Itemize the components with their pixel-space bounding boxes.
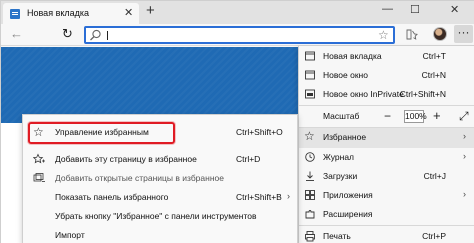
add-favorite-icon: [33, 153, 45, 164]
favorites-submenu: ☆ Управление избранным Ctrl+Shift+O Доба…: [22, 114, 298, 243]
address-bar[interactable]: [84, 26, 395, 44]
menu-item-label: Загрузки: [323, 171, 358, 181]
submenu-item-shortcut: Ctrl+Shift+O: [236, 127, 283, 137]
menu-item-new-window[interactable]: Новое окно Ctrl+N: [299, 66, 474, 85]
history-icon: [305, 152, 315, 162]
tab-strip: Новая вкладка ✕ + — ☐ ✕: [1, 1, 474, 24]
submenu-item-shortcut: Ctrl+Shift+B: [236, 192, 282, 202]
text-cursor: [107, 31, 108, 40]
inprivate-icon: [305, 89, 315, 99]
zoom-value: 100%: [404, 110, 427, 123]
minimize-button[interactable]: —: [382, 3, 393, 15]
submenu-item-show-favorites-bar[interactable]: Показать панель избранного Ctrl+Shift+B …: [23, 188, 297, 207]
submenu-item-add-open-pages[interactable]: Добавить открытые страницы в избранное: [23, 169, 297, 188]
favorite-star-icon[interactable]: ☆: [378, 28, 389, 42]
refresh-button[interactable]: ↻: [62, 27, 73, 41]
tab-title: Новая вкладка: [27, 8, 90, 18]
menu-item-label: Новая вкладка: [323, 51, 382, 61]
menu-separator: [299, 105, 474, 106]
chevron-right-icon: ›: [463, 189, 466, 199]
submenu-item-label: Импорт: [55, 230, 85, 240]
new-tab-icon: [305, 51, 315, 61]
menu-item-shortcut: Ctrl+T: [422, 51, 446, 61]
menu-item-inprivate[interactable]: Новое окно InPrivate Ctrl+Shift+N: [299, 85, 474, 104]
submenu-item-add-page[interactable]: Добавить эту страницу в избранное Ctrl+D: [23, 150, 297, 169]
chevron-right-icon: ›: [463, 151, 466, 161]
menu-item-downloads[interactable]: Загрузки Ctrl+J: [299, 167, 474, 186]
tab-new-tab[interactable]: Новая вкладка ✕: [3, 3, 139, 24]
menu-separator: [299, 225, 474, 226]
zoom-out-button[interactable]: −: [384, 109, 391, 123]
favorites-icon: ☆: [304, 129, 315, 143]
new-window-icon: [305, 70, 315, 80]
highlight-frame: [28, 122, 175, 144]
menu-item-shortcut: Ctrl+Shift+N: [399, 89, 446, 99]
fullscreen-icon[interactable]: ⤢: [459, 109, 469, 124]
submenu-item-label: Показать панель избранного: [55, 192, 169, 202]
menu-item-zoom: Масштаб − 100% + ⤢: [299, 107, 474, 126]
menu-item-label: Новое окно: [323, 70, 368, 80]
submenu-item-import[interactable]: Импорт: [23, 226, 297, 243]
downloads-icon: [306, 171, 314, 181]
menu-item-label: Печать: [323, 231, 351, 241]
new-tab-button[interactable]: +: [146, 2, 155, 19]
profile-avatar[interactable]: [433, 27, 447, 41]
chevron-right-icon: ›: [463, 131, 466, 141]
menu-item-label: Новое окно InPrivate: [323, 89, 404, 99]
chevron-right-icon: ›: [287, 191, 290, 201]
favorites-list-icon[interactable]: [406, 29, 418, 40]
extensions-icon: [305, 210, 315, 219]
tab-close-icon[interactable]: ✕: [124, 6, 133, 19]
add-tabs-icon: [33, 173, 45, 182]
apps-icon: [305, 190, 315, 200]
search-icon: [90, 29, 101, 41]
restore-button[interactable]: ☐: [410, 3, 420, 16]
back-button[interactable]: ←: [10, 27, 23, 41]
submenu-item-label: Добавить открытые страницы в избранное: [55, 173, 224, 183]
menu-item-favorites[interactable]: ☆ Избранное ›: [299, 128, 474, 148]
settings-more-button[interactable]: ···: [454, 25, 473, 43]
menu-item-print[interactable]: Печать Ctrl+P: [299, 227, 474, 243]
menu-item-label: Расширения: [323, 209, 373, 219]
submenu-item-shortcut: Ctrl+D: [236, 154, 261, 164]
navigation-toolbar: ← ↻ ☆ ···: [1, 24, 474, 46]
close-window-button[interactable]: ✕: [450, 3, 459, 16]
settings-menu: Новая вкладка Ctrl+T Новое окно Ctrl+N Н…: [298, 45, 474, 243]
zoom-label: Масштаб: [323, 111, 360, 121]
submenu-item-remove-favorites-button[interactable]: Убрать кнопку "Избранное" с панели инстр…: [23, 207, 297, 226]
print-icon: [305, 231, 315, 242]
menu-item-history[interactable]: Журнал ›: [299, 148, 474, 167]
submenu-item-label: Добавить эту страницу в избранное: [55, 154, 197, 164]
menu-item-extensions[interactable]: Расширения: [299, 205, 474, 224]
tab-favicon-icon: [10, 9, 20, 19]
menu-item-shortcut: Ctrl+J: [423, 171, 446, 181]
page-background-image: [1, 47, 301, 123]
menu-item-label: Журнал: [323, 152, 355, 162]
browser-window: Новая вкладка ✕ + — ☐ ✕ ← ↻ ☆ ··· Новая …: [0, 0, 474, 243]
submenu-item-label: Убрать кнопку "Избранное" с панели инстр…: [55, 211, 257, 221]
menu-item-shortcut: Ctrl+N: [421, 70, 446, 80]
menu-item-new-tab[interactable]: Новая вкладка Ctrl+T: [299, 47, 474, 66]
menu-item-label: Избранное: [323, 132, 367, 142]
zoom-in-button[interactable]: +: [433, 108, 441, 123]
menu-item-apps[interactable]: Приложения ›: [299, 186, 474, 205]
menu-item-label: Приложения: [323, 190, 373, 200]
menu-item-shortcut: Ctrl+P: [422, 231, 446, 241]
